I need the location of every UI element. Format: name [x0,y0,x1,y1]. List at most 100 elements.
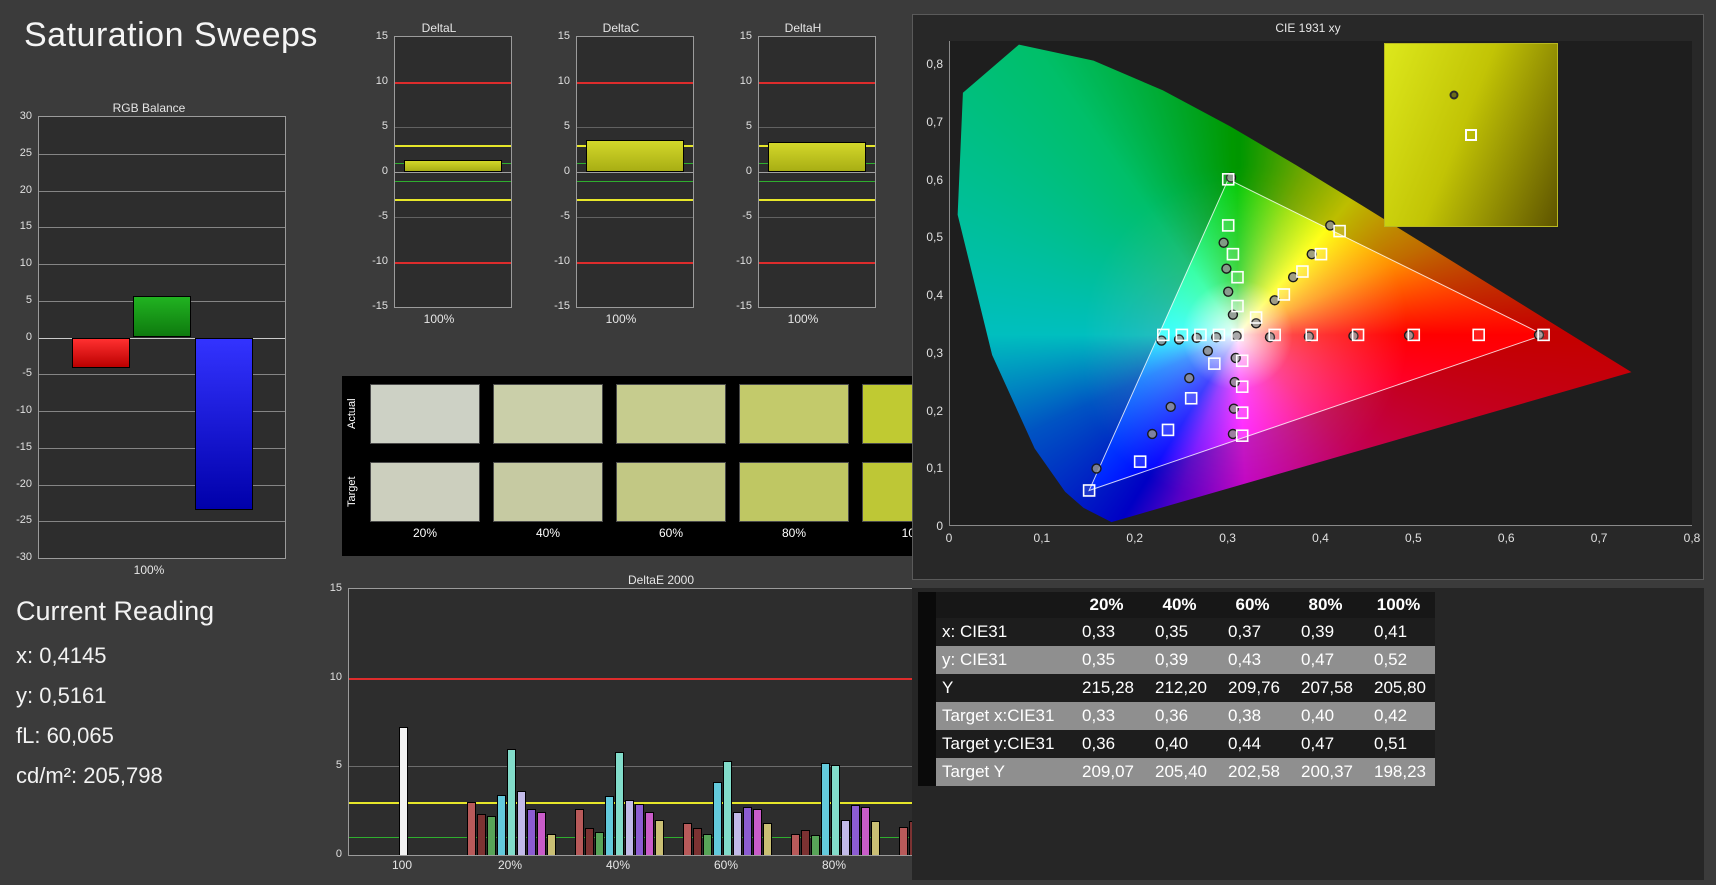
y-tick-label: -15 [372,300,388,312]
table-value: 0,41 [1362,618,1435,646]
red-reference-line [395,82,511,84]
table-value: 0,52 [1362,646,1435,674]
cie-overlay [1082,172,1550,497]
table-value: 0,35 [1143,618,1216,646]
y-tick-label: 0,4 [926,288,943,303]
actual-swatch [739,384,849,444]
measured-point [1147,428,1158,440]
y-tick-label: 5 [381,120,388,132]
table-value: 0,39 [1143,646,1216,674]
zoom-measured-point [1449,90,1459,100]
cie-1931-panel: CIE 1931 xy 0 0,1 0,2 0,3 0,4 0,5 0,6 0,7 0,8 00… [912,14,1704,580]
deltae-bar [546,833,556,855]
green-reference-line [395,181,511,182]
table-value: 0,35 [1070,646,1143,674]
yellow-reference-line [395,145,511,147]
delta-l-chart: DeltaL 15 10 5 0 -5 -10 -15 100% [366,20,512,326]
measured-point [1091,463,1102,474]
y-tick-label: 10 [739,75,752,87]
reading-fl: fL: 60,065 [16,723,114,748]
table-value: 0,37 [1216,618,1289,646]
table-value: 212,20 [1143,674,1216,702]
rgb-balance-plot-wrap: 30 25 20 15 10 5 0 -5 -10 -15 -20 -25 -30 [10,110,288,563]
target-swatch [493,462,603,522]
table-value: 0,51 [1362,730,1435,758]
gridline [395,172,511,173]
group-label: 20% [497,858,523,872]
gridline [759,127,875,128]
y-tick-label: 0 [25,330,32,343]
table-value: 0,47 [1289,646,1362,674]
table-value: 0,38 [1216,702,1289,730]
y-tick-label: 10 [329,670,342,683]
target-point [1212,328,1226,342]
gridline [39,153,285,155]
cie-title: CIE 1931 xy [1275,21,1341,35]
target-swatch [739,462,849,522]
deltae-bar [762,823,772,855]
row-gutter [918,674,936,702]
delta-l-ylabels: 15 10 5 0 -5 -10 -15 [366,30,392,312]
table-value: 200,37 [1289,758,1362,786]
deltae-bar [506,748,516,855]
x-tick-label: 0,5 [1405,531,1422,545]
y-tick-label: -5 [742,210,752,222]
target-point [1537,328,1550,342]
y-tick-label: 30 [19,110,32,122]
measured-point [1221,263,1232,274]
gridline [39,264,285,265]
table-corner-gutter [918,592,936,618]
delta-c-plot [576,36,694,308]
cie-yticks: 0 0,1 0,2 0,3 0,4 0,5 0,6 0,7 0,8 [915,41,945,533]
reading-x: x: 0,4145 [16,643,107,668]
deltae-bar [526,808,536,855]
delta-h-xlabel: 100% [787,312,819,326]
gridline [759,217,875,218]
x-tick-label: 0,4 [1312,531,1329,545]
deltae-bar [722,761,732,855]
rgb-balance-title: RGB Balance [112,101,186,115]
y-tick-label: 5 [335,759,342,772]
green-reference-line [577,181,693,182]
target-swatch [370,462,480,522]
measured-point [1223,286,1234,297]
y-tick-label: 15 [19,220,32,233]
table-value: 0,39 [1289,618,1362,646]
deltae-plot [348,588,998,856]
table-value: 0,40 [1143,730,1216,758]
target-point [1277,288,1291,301]
deltae-bar [898,826,908,855]
deltae-bar [486,815,496,855]
deltae-bar [860,807,870,855]
red-reference-line [759,82,875,84]
x-tick-label: 0,1 [1033,531,1051,545]
red-reference-line [577,82,693,84]
y-tick-label: -10 [16,404,32,416]
column-header: 80% [1289,592,1362,618]
deltae-bar [790,833,800,855]
rgb-bar-red [71,337,130,369]
target-point [1235,380,1249,393]
yellow-reference-line [577,199,693,201]
deltae-bar [654,819,664,855]
reading-y: y: 0,5161 [16,683,107,708]
y-tick-label: -5 [378,210,388,222]
deltae-bar [810,835,820,855]
gridline [39,190,285,192]
y-tick-label: -5 [560,210,570,222]
deltae-ylabels: 15 10 5 0 [320,582,346,860]
table-corner [936,592,1070,618]
y-tick-label: 0 [335,848,342,860]
swatch-comparison-panel: Actual Target 20%40%60%80%100% [342,376,984,556]
group-label: 40% [605,858,631,872]
x-tick-label: 0,2 [1126,531,1144,545]
y-tick-label: 15 [375,30,388,42]
deltae-bar [398,727,408,855]
target-point [1231,299,1244,313]
gridline [577,172,693,173]
deltae-bar [604,796,614,855]
target-point [1221,173,1235,186]
target-point [1231,270,1244,284]
gridline [39,521,285,523]
delta-h-bar [768,142,866,172]
